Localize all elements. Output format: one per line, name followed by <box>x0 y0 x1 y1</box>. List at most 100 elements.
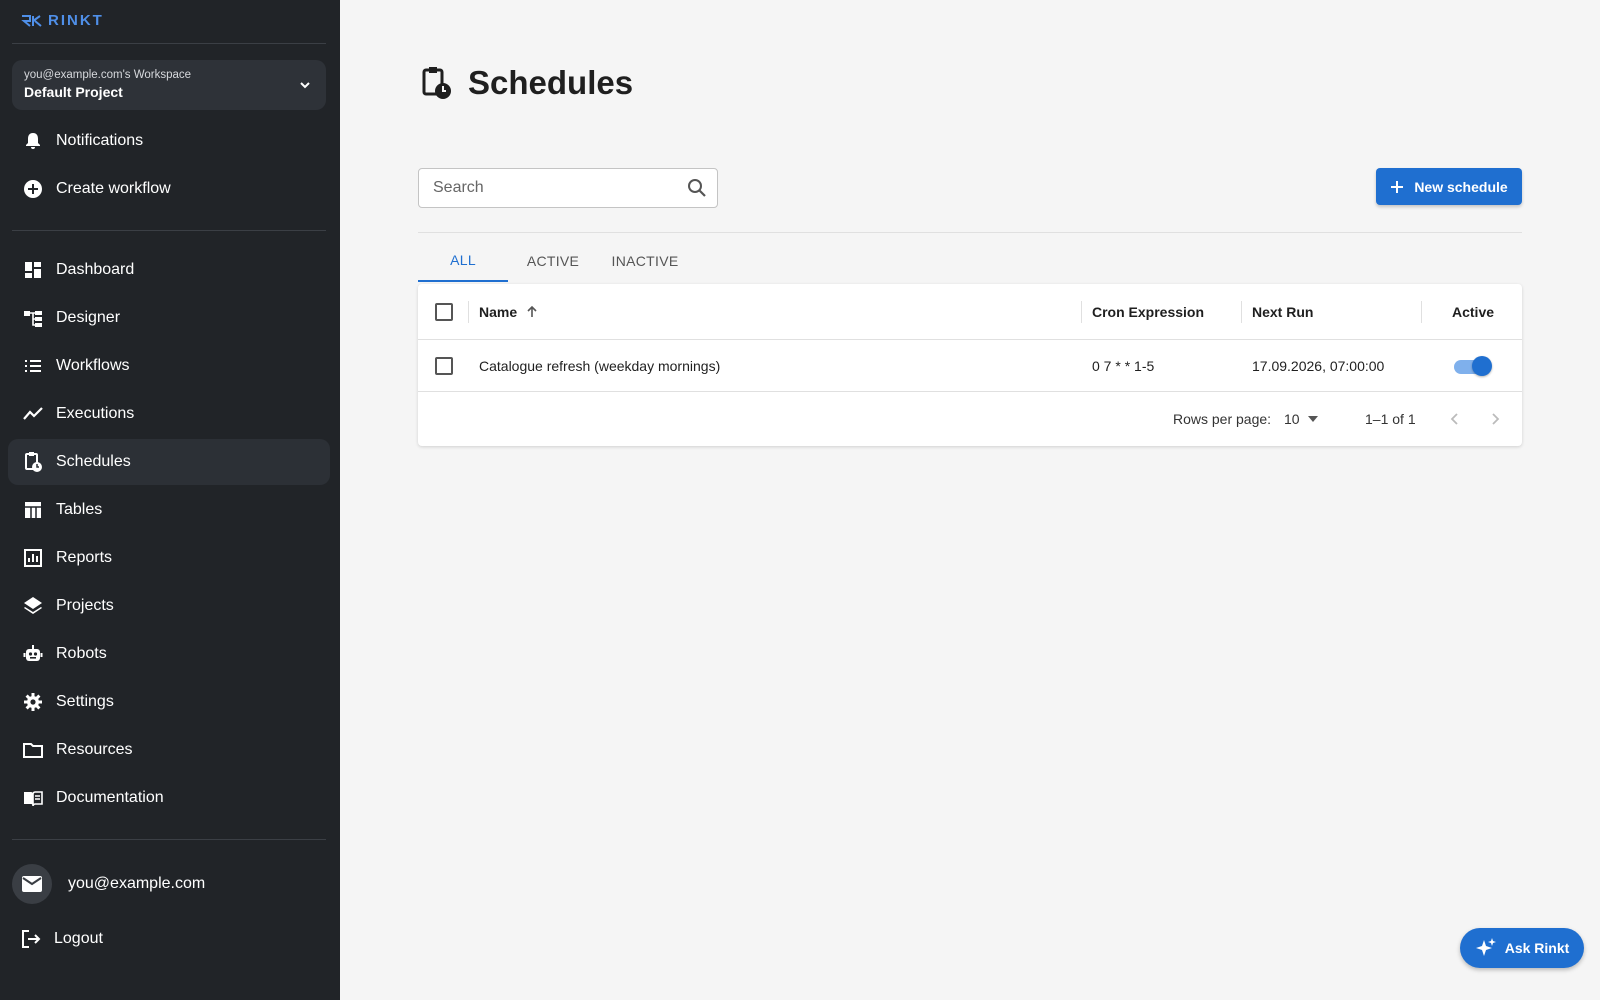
sidebar-item-robots[interactable]: Robots <box>8 631 330 677</box>
caret-down-icon <box>1307 416 1318 422</box>
sidebar-item-reports[interactable]: Reports <box>8 535 330 581</box>
rinkt-logo[interactable]: RINKT <box>20 12 104 29</box>
rows-per-page-select[interactable]: 10 <box>1284 392 1318 446</box>
sidebar-item-settings[interactable]: Settings <box>8 679 330 725</box>
logout-label: Logout <box>54 930 103 947</box>
sidebar-item-label: Executions <box>56 405 135 422</box>
mail-icon <box>22 876 42 892</box>
sidebar: RINKT you@example.com's Workspace Defaul… <box>0 0 340 1000</box>
sidebar-item-label: Notifications <box>56 132 144 149</box>
list-icon <box>22 355 44 377</box>
active-toggle-cell <box>1452 340 1492 391</box>
schedule-name[interactable]: Catalogue refresh (weekday mornings) <box>479 340 720 391</box>
new-schedule-label: New schedule <box>1414 178 1508 195</box>
column-separator <box>1421 301 1422 323</box>
sidebar-item-label: Robots <box>56 645 107 662</box>
rows-per-page-value: 10 <box>1284 411 1300 427</box>
trending-icon <box>22 403 44 425</box>
logout-icon <box>22 930 41 948</box>
plus-icon <box>1391 180 1404 193</box>
chevron-right-icon <box>1492 413 1500 425</box>
sidebar-item-label: Resources <box>56 741 133 758</box>
folder-icon <box>22 739 44 761</box>
toolbar-divider <box>418 232 1522 233</box>
sidebar-item-tables[interactable]: Tables <box>8 487 330 533</box>
sidebar-item-label: Reports <box>56 549 113 566</box>
sidebar-item-schedules[interactable]: Schedules <box>8 439 330 485</box>
rinkt-logo-icon <box>21 14 42 27</box>
schedule-next-run: 17.09.2026, 07:00:00 <box>1252 357 1385 374</box>
column-separator <box>1081 301 1082 323</box>
logout-button[interactable]: Logout <box>20 928 103 950</box>
search-icon[interactable] <box>677 178 717 198</box>
sidebar-item-designer[interactable]: Designer <box>8 295 330 341</box>
schedules-table: Name Cron Expression Next Run Active Cat… <box>418 284 1522 446</box>
column-header-label: Name <box>479 303 518 320</box>
book-icon <box>22 787 44 809</box>
avatar <box>12 864 52 904</box>
chevron-down-icon <box>300 82 310 89</box>
row-checkbox-cell <box>435 340 453 391</box>
bell-icon <box>22 130 44 152</box>
schedule-clipboard-icon <box>22 451 44 473</box>
sidebar-item-workflows[interactable]: Workflows <box>8 343 330 389</box>
report-icon <box>22 547 44 569</box>
dashboard-icon <box>22 259 44 281</box>
next-page-button[interactable] <box>1488 392 1502 446</box>
table-pagination: Rows per page: 10 1–1 of 1 <box>418 392 1522 446</box>
sidebar-item-resources[interactable]: Resources <box>8 727 330 773</box>
search-field[interactable] <box>418 168 718 208</box>
previous-page-button[interactable] <box>1448 392 1462 446</box>
column-header-cron[interactable]: Cron Expression <box>1092 284 1204 339</box>
tab-active[interactable]: ACTIVE <box>508 240 598 282</box>
sidebar-divider <box>12 43 326 44</box>
sidebar-item-label: Tables <box>56 501 103 518</box>
row-checkbox[interactable] <box>435 356 453 375</box>
column-header-next-run[interactable]: Next Run <box>1252 284 1313 339</box>
sidebar-item-dashboard[interactable]: Dashboard <box>8 247 330 293</box>
schedule-clipboard-icon <box>422 67 451 99</box>
column-header-active[interactable]: Active <box>1452 284 1494 339</box>
sparkle-icon <box>1475 938 1496 956</box>
gear-icon <box>22 691 44 713</box>
schedule-cron: 0 7 * * 1-5 <box>1092 357 1155 374</box>
workspace-project: Default Project <box>24 84 123 100</box>
column-header-name[interactable]: Name <box>479 284 539 339</box>
layers-icon <box>22 595 44 617</box>
ask-rinkt-button[interactable]: Ask Rinkt <box>1460 928 1584 968</box>
user-account[interactable]: you@example.com <box>12 864 205 904</box>
workspace-owner: you@example.com's Workspace <box>24 69 192 81</box>
logo-text: RINKT <box>48 12 104 29</box>
user-email: you@example.com <box>68 875 206 892</box>
designer-icon <box>22 307 44 329</box>
table-icon <box>22 499 44 521</box>
sidebar-item-projects[interactable]: Projects <box>8 583 330 629</box>
tab-inactive[interactable]: INACTIVE <box>598 240 692 282</box>
sidebar-divider <box>12 230 326 231</box>
sidebar-item-create-workflow[interactable]: Create workflow <box>8 166 330 212</box>
arrow-up-icon[interactable] <box>525 305 539 319</box>
page-title: Schedules <box>468 64 634 101</box>
sidebar-item-label: Create workflow <box>56 180 171 197</box>
workspace-selector[interactable]: you@example.com's Workspace Default Proj… <box>12 60 326 110</box>
select-all-checkbox[interactable] <box>435 302 453 321</box>
page-header: Schedules <box>420 64 633 102</box>
select-all-checkbox-cell <box>435 284 453 339</box>
sidebar-item-label: Documentation <box>56 789 164 806</box>
new-schedule-button[interactable]: New schedule <box>1376 168 1522 205</box>
table-row[interactable]: Catalogue refresh (weekday mornings) 0 7… <box>418 340 1522 392</box>
sidebar-item-label: Settings <box>56 693 114 710</box>
add-circle-icon <box>22 178 44 200</box>
active-toggle[interactable] <box>1452 355 1492 377</box>
sidebar-item-notifications[interactable]: Notifications <box>8 118 330 164</box>
tab-all[interactable]: ALL <box>418 240 508 282</box>
sidebar-item-documentation[interactable]: Documentation <box>8 775 330 821</box>
ask-rinkt-label: Ask Rinkt <box>1504 940 1570 956</box>
search-input[interactable] <box>433 179 677 197</box>
column-separator <box>1241 301 1242 323</box>
sidebar-item-label: Projects <box>56 597 114 614</box>
rows-per-page-label: Rows per page: <box>1173 411 1272 427</box>
sidebar-item-label: Dashboard <box>56 261 135 278</box>
sidebar-item-executions[interactable]: Executions <box>8 391 330 437</box>
sidebar-item-label: Designer <box>56 309 121 326</box>
